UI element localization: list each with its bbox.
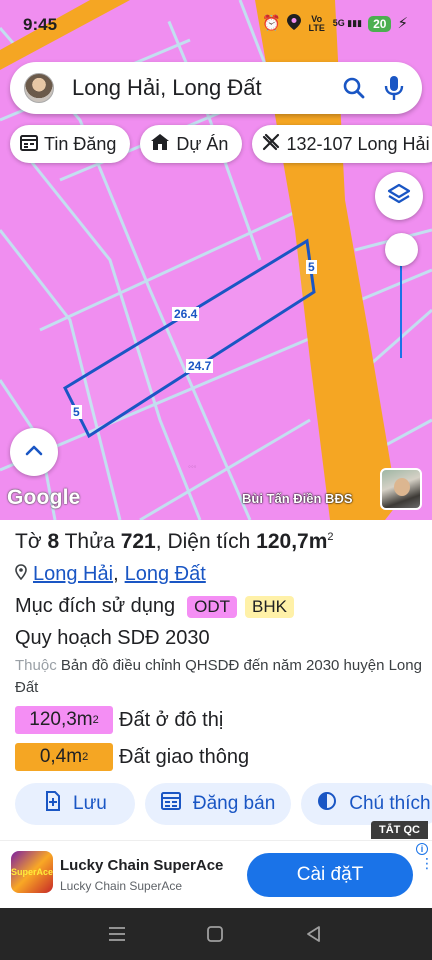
chevron-up-icon xyxy=(25,443,43,461)
microphone-icon[interactable] xyxy=(374,68,414,108)
battery-icon: 20 xyxy=(368,15,392,32)
alarm-icon: ⏰ xyxy=(262,15,281,32)
area-badge: 120,3m 2 xyxy=(15,706,113,734)
filter-chips: Tin Đăng Dự Án 132-107 Long Hải xyxy=(10,125,432,163)
signal-icon: 5G ▮▮▮ xyxy=(332,18,363,28)
ruler-icon xyxy=(262,133,280,156)
status-icons: ⏰ Vo LTE 5G ▮▮▮ 20 ⚡ xyxy=(262,14,408,33)
zoom-slider-handle[interactable] xyxy=(385,233,418,266)
status-time: 9:45 xyxy=(23,15,58,34)
area-row-residential: 120,3m 2 Đất ở đô thị xyxy=(15,706,223,734)
google-logo: Google xyxy=(7,486,81,509)
map-watermark: ◦◦◦ xyxy=(188,462,197,471)
charging-icon: ⚡ xyxy=(397,15,408,32)
save-button[interactable]: Lưu xyxy=(15,783,135,825)
chip-tin-dang[interactable]: Tin Đăng xyxy=(10,125,131,163)
purpose-label: Mục đích sử dụng xyxy=(15,595,176,617)
ad-subtitle: Lucky Chain SuperAce xyxy=(60,879,183,893)
author-name[interactable]: Bùi Tấn Điền BĐS xyxy=(242,491,353,506)
back-icon[interactable] xyxy=(301,922,325,946)
tag-odt[interactable]: ODT xyxy=(187,595,238,618)
location-pin-icon xyxy=(286,14,301,33)
chip-du-an[interactable]: Dự Án xyxy=(140,125,243,163)
dimension-label-left: 5 xyxy=(71,405,82,419)
ad-banner[interactable]: SuperAce Lucky Chain SuperAce Lucky Chai… xyxy=(0,840,432,908)
legend-button[interactable]: Chú thích xyxy=(301,783,432,825)
house-icon xyxy=(150,133,170,156)
bookmark-add-icon xyxy=(45,791,61,817)
ad-info-icon[interactable]: i xyxy=(416,843,428,855)
area-row-transport: 0,4m 2 Đất giao thông xyxy=(15,743,249,771)
system-nav-bar xyxy=(0,908,432,960)
author-photo[interactable] xyxy=(380,468,422,510)
chip-label: Dự Án xyxy=(176,133,229,154)
chip-measure[interactable]: 132-107 Long Hải xyxy=(252,125,432,163)
legend-icon xyxy=(317,791,337,817)
tag-bhk[interactable]: BHK xyxy=(245,595,294,618)
layers-button[interactable] xyxy=(375,172,423,220)
parcel-info-panel: Tờ 8 Thửa 721, Diện tích 120,7m2 Long Hả… xyxy=(0,520,432,840)
land-purpose-row: Mục đích sử dụng ODT BHK xyxy=(15,595,294,618)
status-bar: 9:45 ⏰ Vo LTE 5G ▮▮▮ 20 ⚡ xyxy=(0,0,432,50)
calendar-icon xyxy=(20,133,38,156)
menu-icon[interactable] xyxy=(105,922,129,946)
expand-up-button[interactable] xyxy=(10,428,58,476)
district-link[interactable]: Long Đất xyxy=(125,563,206,586)
dimension-label-bottom: 24.7 xyxy=(186,359,214,373)
layers-icon xyxy=(387,182,411,211)
home-icon[interactable] xyxy=(203,922,227,946)
ad-logo[interactable]: SuperAce xyxy=(11,851,53,893)
ward-link[interactable]: Long Hải xyxy=(33,563,113,586)
action-buttons: Lưu Đăng bán Chú thích xyxy=(15,783,432,825)
listing-icon xyxy=(160,792,181,816)
search-input[interactable]: Long Hải, Long Đất xyxy=(72,75,334,101)
dimension-label-right: 5 xyxy=(306,260,317,274)
chip-label: 132-107 Long Hải xyxy=(286,133,430,154)
avatar[interactable] xyxy=(24,73,54,103)
ad-title[interactable]: Lucky Chain SuperAce xyxy=(60,857,223,874)
area-label: Đất giao thông xyxy=(119,745,250,768)
location-row: Long Hải, Long Đất xyxy=(15,563,206,586)
location-pin-icon xyxy=(15,563,27,586)
post-sale-button[interactable]: Đăng bán xyxy=(144,783,292,825)
zoom-slider-track[interactable] xyxy=(400,250,402,358)
search-icon[interactable] xyxy=(334,68,374,108)
volte-icon: Vo LTE xyxy=(308,13,325,33)
chip-label: Tin Đăng xyxy=(44,133,117,154)
area-label: Đất ở đô thị xyxy=(119,708,224,731)
plan-description: Thuộc Bản đồ điều chỉnh QHSDĐ đến năm 20… xyxy=(15,657,422,696)
plan-title: Quy hoạch SDĐ 2030 xyxy=(15,627,210,649)
map-view[interactable]: 5 26.4 24.7 5 9:45 ⏰ Vo LTE 5G ▮▮▮ 20 ⚡ … xyxy=(0,0,432,520)
area-badge: 0,4m 2 xyxy=(15,743,113,771)
search-bar[interactable]: Long Hải, Long Đất xyxy=(10,62,422,114)
close-ad-button[interactable]: TẮT QC xyxy=(371,821,428,839)
more-options-icon[interactable]: ⋮ xyxy=(420,856,432,870)
install-button[interactable]: Cài đặT xyxy=(247,853,413,897)
dimension-label-top: 26.4 xyxy=(172,307,200,321)
parcel-title: Tờ 8 Thửa 721, Diện tích 120,7m2 xyxy=(15,530,334,553)
